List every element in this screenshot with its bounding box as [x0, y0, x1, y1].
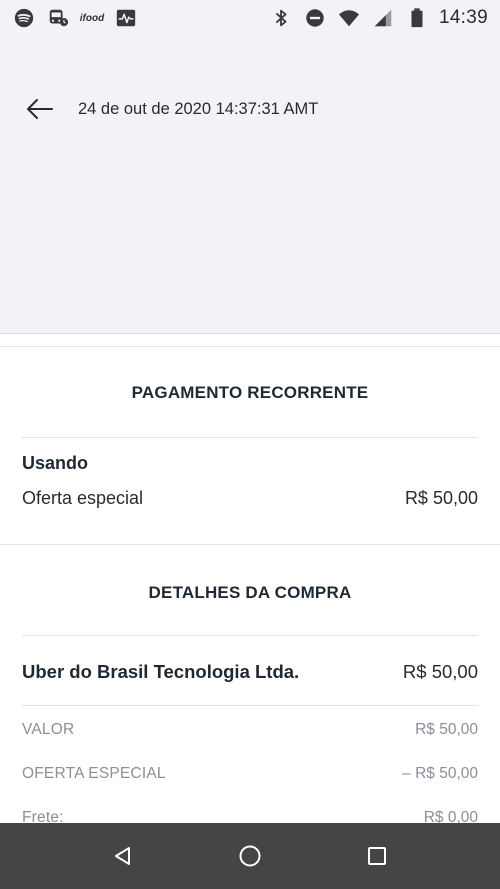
- status-left-icons: ifood: [12, 7, 138, 29]
- spotify-icon: [12, 7, 36, 29]
- section-spacer: [0, 334, 500, 346]
- back-triangle-icon: [115, 847, 131, 865]
- divider: [22, 437, 478, 438]
- home-circle-icon: [239, 845, 261, 867]
- detail-row-label: VALOR: [22, 721, 75, 738]
- bluetooth-icon: [269, 7, 293, 29]
- cell-signal-icon: [371, 7, 395, 29]
- page-header: 24 de out de 2020 14:37:31 AMT: [0, 36, 500, 334]
- ifood-icon: ifood: [80, 7, 104, 29]
- activity-icon: [114, 7, 138, 29]
- purchase-details-card: DETALHES DA COMPRA Uber do Brasil Tecnol…: [0, 544, 500, 826]
- nav-recents-button[interactable]: [357, 836, 397, 876]
- recents-square-icon: [367, 847, 386, 865]
- recurring-payment-card: PAGAMENTO RECORRENTE Usando Oferta espec…: [0, 346, 500, 532]
- using-label: Usando: [22, 453, 89, 473]
- status-time: 14:39: [438, 7, 488, 28]
- battery-icon: [405, 7, 429, 29]
- back-button[interactable]: [24, 94, 54, 124]
- purchase-details-title: DETALHES DA COMPRA: [148, 583, 352, 602]
- detail-row-value: R$ 50,00: [415, 721, 478, 738]
- system-nav-bar: [0, 823, 500, 889]
- divider: [22, 635, 478, 636]
- section-spacer: [0, 532, 500, 544]
- ifood-logo-text: ifood: [79, 12, 105, 24]
- merchant-value: R$ 50,00: [402, 661, 478, 682]
- detail-row-label: OFERTA ESPECIAL: [22, 765, 166, 782]
- status-right-icons: 14:39: [269, 7, 488, 29]
- recurring-payment-title: PAGAMENTO RECORRENTE: [131, 383, 369, 402]
- merchant-name: Uber do Brasil Tecnologia Ltda.: [22, 661, 300, 682]
- nav-home-button[interactable]: [230, 836, 270, 876]
- bus-icon: [46, 7, 70, 29]
- arrow-left-icon: [27, 99, 53, 119]
- wifi-icon: [337, 7, 361, 29]
- divider: [22, 705, 478, 706]
- payment-method-value: R$ 50,00: [404, 488, 478, 508]
- payment-method-name: Oferta especial: [22, 488, 144, 508]
- status-bar: ifood 14:39: [0, 0, 500, 36]
- detail-row-value: – R$ 50,00: [402, 765, 478, 782]
- page-title: 24 de out de 2020 14:37:31 AMT: [78, 100, 319, 118]
- do-not-disturb-icon: [303, 7, 327, 29]
- nav-back-button[interactable]: [103, 836, 143, 876]
